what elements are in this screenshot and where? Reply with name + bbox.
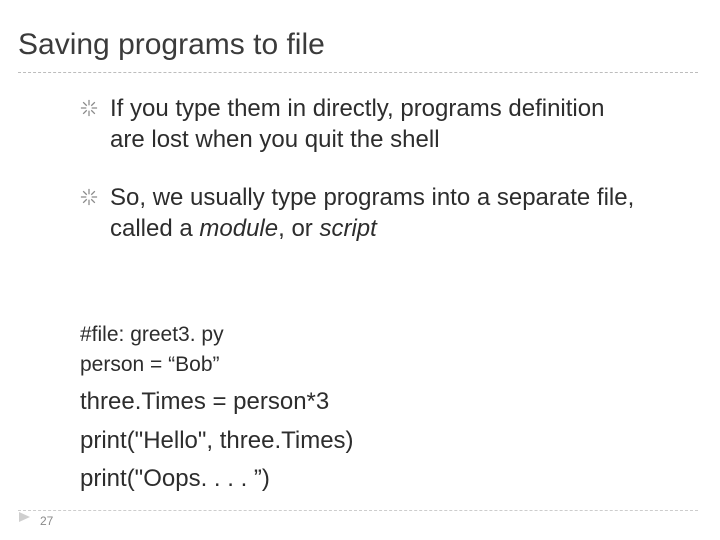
title-underline bbox=[18, 72, 698, 73]
burst-icon bbox=[80, 188, 100, 208]
page-number: 27 bbox=[40, 514, 53, 528]
bullet-text: So, we usually type programs into a sepa… bbox=[110, 183, 640, 244]
code-line: three.Times = person*3 bbox=[80, 385, 640, 420]
bullet-text-em: script bbox=[319, 215, 376, 242]
bullet-list: If you type them in directly, programs d… bbox=[80, 94, 640, 273]
footer-rule bbox=[18, 510, 698, 511]
bullet-text-mid: , or bbox=[278, 215, 319, 242]
bullet-text: If you type them in directly, programs d… bbox=[110, 94, 640, 155]
triangle-icon bbox=[18, 510, 32, 529]
burst-icon bbox=[80, 99, 100, 119]
code-line: print("Oops. . . . ”) bbox=[80, 462, 640, 497]
code-line: #file: greet3. py bbox=[80, 320, 640, 350]
code-line: person = “Bob” bbox=[80, 350, 640, 380]
list-item: So, we usually type programs into a sepa… bbox=[80, 183, 640, 244]
slide-title: Saving programs to file bbox=[18, 28, 325, 62]
list-item: If you type them in directly, programs d… bbox=[80, 94, 640, 155]
slide: Saving programs to file bbox=[0, 0, 720, 540]
bullet-text-em: module bbox=[199, 215, 278, 242]
code-line: print("Hello", three.Times) bbox=[80, 424, 640, 459]
code-block: #file: greet3. py person = “Bob” three.T… bbox=[80, 320, 640, 497]
